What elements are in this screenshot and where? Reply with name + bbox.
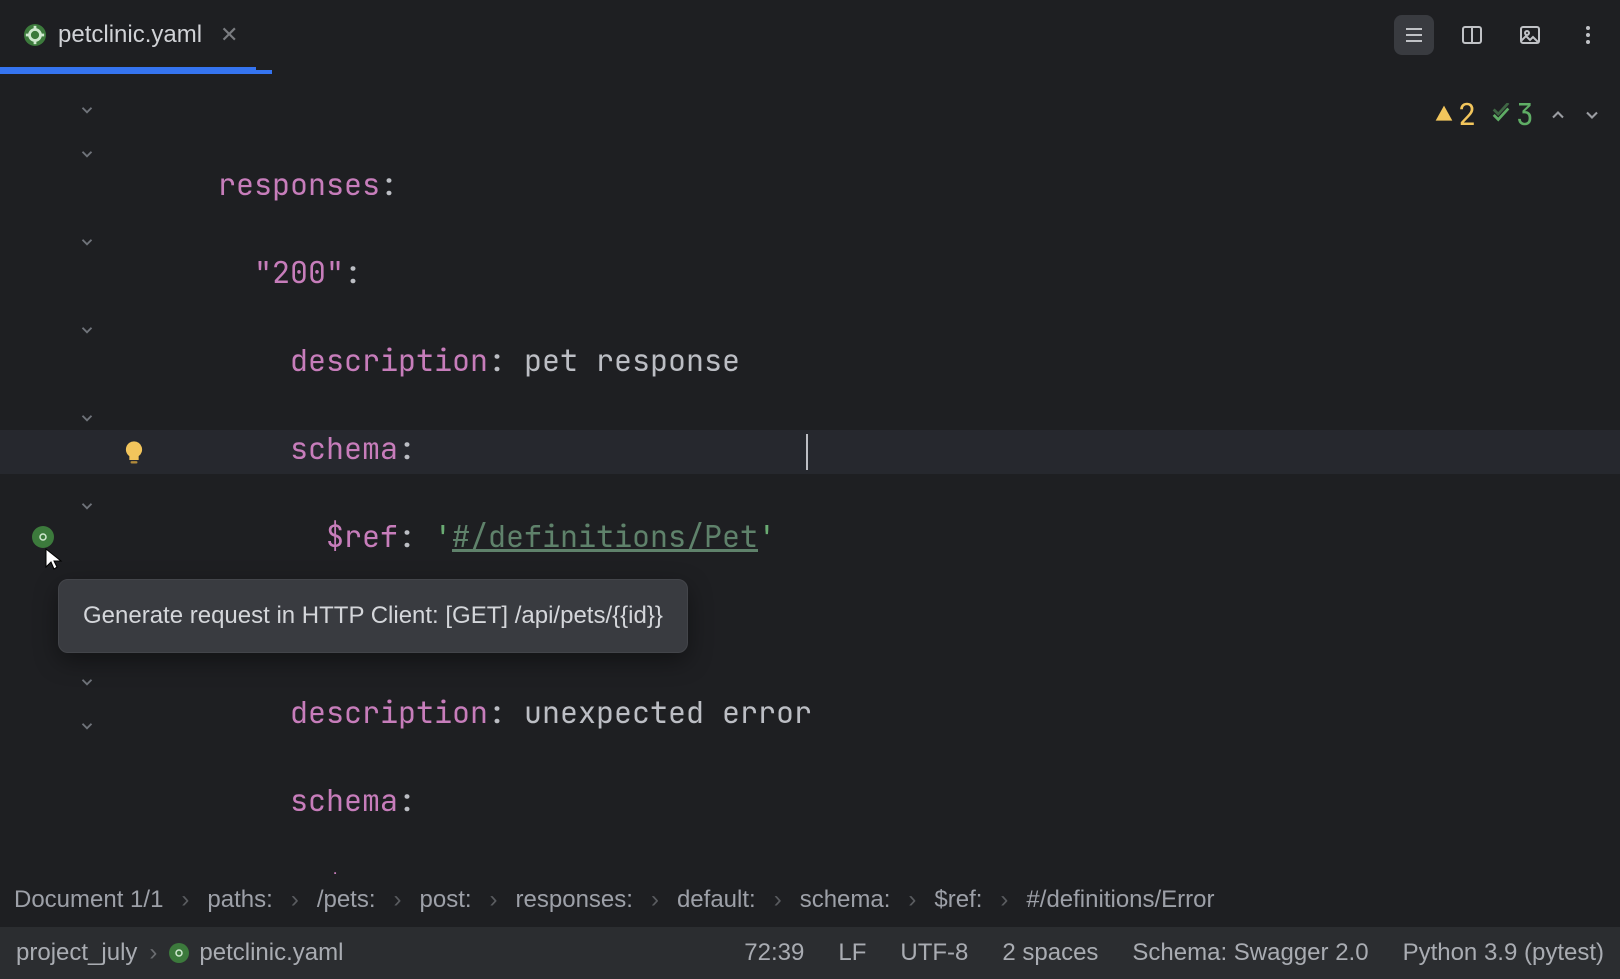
breadcrumb-item[interactable]: default: — [677, 886, 756, 914]
preview-icon[interactable] — [1510, 15, 1550, 55]
editor-tab-bar: petclinic.yaml ✕ — [0, 0, 1620, 70]
fold-toggle[interactable] — [78, 702, 102, 726]
reader-mode-icon[interactable] — [1394, 15, 1434, 55]
breadcrumb-item[interactable]: Document 1/1 — [14, 886, 163, 914]
status-project[interactable]: project_july › petclinic.yaml — [16, 939, 343, 967]
openapi-file-icon — [169, 943, 189, 963]
status-line-separator[interactable]: LF — [838, 939, 866, 967]
warning-count[interactable]: 2 — [1434, 92, 1476, 136]
fold-toggle[interactable] — [78, 130, 102, 154]
breadcrumb-item[interactable]: /pets: — [317, 886, 376, 914]
gutter-tooltip: Generate request in HTTP Client: [GET] /… — [58, 579, 688, 653]
code-area[interactable]: responses: "200": description: pet respo… — [110, 74, 1620, 874]
code-editor[interactable]: 2 3 responses: — [0, 74, 1620, 874]
breadcrumb-item[interactable]: post: — [420, 886, 472, 914]
status-schema[interactable]: Schema: Swagger 2.0 — [1132, 939, 1368, 967]
status-caret-position[interactable]: 72:39 — [744, 939, 804, 967]
breadcrumb-item[interactable]: $ref: — [934, 886, 982, 914]
breadcrumbs-bar[interactable]: Document 1/1› paths:› /pets:› post:› res… — [0, 874, 1620, 926]
status-encoding[interactable]: UTF-8 — [900, 939, 968, 967]
status-interpreter[interactable]: Python 3.9 (pytest) — [1403, 939, 1604, 967]
breadcrumb-item[interactable]: paths: — [207, 886, 272, 914]
fold-toggle[interactable] — [78, 306, 102, 330]
editor-tab[interactable]: petclinic.yaml ✕ — [0, 0, 256, 70]
next-highlight-icon[interactable] — [1582, 92, 1602, 136]
status-indent[interactable]: 2 spaces — [1002, 939, 1098, 967]
tab-filename: petclinic.yaml — [58, 21, 202, 49]
fold-toggle[interactable] — [78, 86, 102, 110]
gutter — [0, 74, 110, 874]
openapi-file-icon — [24, 24, 46, 46]
fold-toggle[interactable] — [78, 394, 102, 418]
status-bar: project_july › petclinic.yaml 72:39 LF U… — [0, 926, 1620, 979]
close-tab-icon[interactable]: ✕ — [220, 22, 238, 48]
fold-toggle[interactable] — [78, 658, 102, 682]
breadcrumb-item[interactable]: responses: — [516, 886, 633, 914]
fold-toggle[interactable] — [78, 218, 102, 242]
prev-highlight-icon[interactable] — [1548, 92, 1568, 136]
weak-warning-count[interactable]: 3 — [1490, 92, 1534, 136]
fold-toggle[interactable] — [78, 482, 102, 506]
run-endpoint-gutter-icon[interactable] — [32, 526, 56, 550]
split-preview-icon[interactable] — [1452, 15, 1492, 55]
breadcrumb-item[interactable]: schema: — [800, 886, 891, 914]
more-menu-icon[interactable] — [1568, 15, 1608, 55]
inspections-widget: 2 3 — [1434, 92, 1602, 136]
breadcrumb-item[interactable]: #/definitions/Error — [1026, 886, 1214, 914]
